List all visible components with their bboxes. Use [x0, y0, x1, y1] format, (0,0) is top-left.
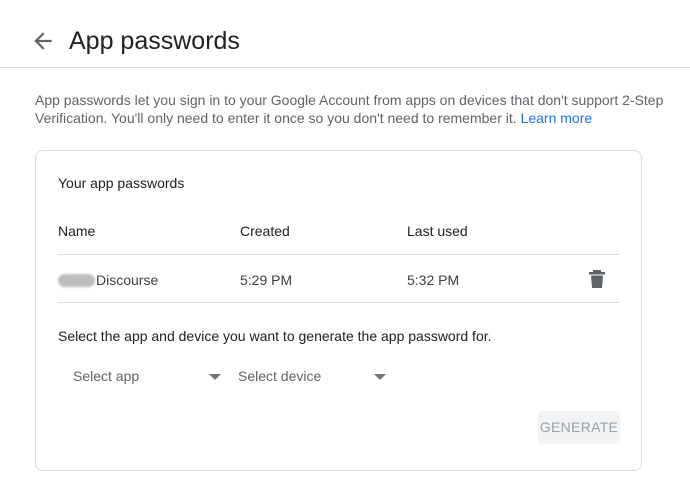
page-title: App passwords: [69, 27, 240, 55]
header-divider: [58, 254, 620, 255]
row-name: Discourse: [96, 272, 159, 288]
app-passwords-card: Your app passwords Name Created Last use…: [35, 150, 642, 471]
row-created: 5:29 PM: [240, 272, 293, 288]
select-prompt: Select the app and device you want to ge…: [58, 328, 492, 344]
trash-icon[interactable]: [588, 269, 606, 289]
dropdown-arrow-icon: [374, 374, 386, 380]
redacted-text: [58, 273, 95, 287]
page-header: App passwords: [0, 0, 690, 68]
select-device-label: Select device: [238, 368, 322, 384]
learn-more-link[interactable]: Learn more: [521, 110, 593, 126]
row-name-cell: Discourse: [58, 272, 158, 288]
select-device-dropdown[interactable]: Select device: [238, 363, 386, 389]
generate-button[interactable]: GENERATE: [538, 411, 620, 444]
column-header-created: Created: [240, 223, 290, 239]
column-header-last-used: Last used: [407, 223, 468, 239]
select-app-label: Select app: [73, 368, 140, 384]
dropdown-arrow-icon: [209, 374, 221, 380]
card-title: Your app passwords: [58, 175, 185, 191]
row-divider: [58, 302, 620, 303]
back-arrow-icon[interactable]: [30, 28, 56, 54]
select-app-dropdown[interactable]: Select app: [73, 363, 221, 389]
intro-text: App passwords let you sign in to your Go…: [35, 91, 675, 127]
column-header-name: Name: [58, 223, 96, 239]
row-last-used: 5:32 PM: [407, 272, 460, 288]
